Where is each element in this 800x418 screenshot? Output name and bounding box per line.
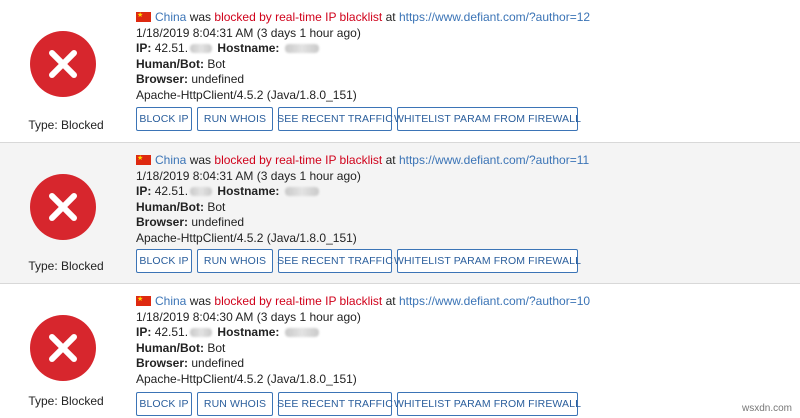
whitelist-param-button[interactable]: WHITELIST PARAM FROM FIREWALL bbox=[394, 249, 581, 273]
entry-type-label: Type: Blocked bbox=[28, 394, 104, 408]
human-bot-line: Human/Bot: Bot bbox=[136, 200, 589, 216]
watermark-text: wsxdn.com bbox=[741, 403, 792, 414]
entry-actions: BLOCK IP RUN WHOIS SEE RECENT TRAFFIC WH… bbox=[136, 107, 581, 131]
was-text: was bbox=[189, 294, 212, 308]
block-ip-button[interactable]: BLOCK IP bbox=[136, 392, 192, 416]
browser-value: undefined bbox=[191, 356, 245, 371]
request-url-link[interactable]: https://www.defiant.com/?author=12 bbox=[399, 10, 590, 24]
china-flag-icon bbox=[136, 292, 151, 308]
entry-headline: China was blocked by real-time IP blackl… bbox=[136, 8, 590, 26]
live-traffic-feed: Type: Blocked China was blocked by real-… bbox=[0, 0, 800, 418]
browser-label: Browser: bbox=[136, 356, 189, 371]
human-bot-line: Human/Bot: Bot bbox=[136, 341, 590, 357]
entry-type-label: Type: Blocked bbox=[28, 259, 104, 273]
entry-details: China was blocked by real-time IP blackl… bbox=[136, 292, 590, 388]
request-url-link[interactable]: https://www.defiant.com/?author=11 bbox=[399, 153, 589, 167]
entry-status: Type: Blocked bbox=[0, 284, 132, 418]
human-bot-value: Bot bbox=[207, 56, 226, 71]
block-reason: blocked by real-time IP blacklist bbox=[214, 10, 383, 24]
timestamp: 1/18/2019 8:04:31 AM (3 days 1 hour ago) bbox=[136, 168, 361, 183]
blocked-x-icon bbox=[30, 174, 96, 240]
redacted-ip bbox=[190, 44, 213, 54]
redacted-ip bbox=[190, 187, 213, 197]
entry-status: Type: Blocked bbox=[0, 143, 132, 283]
country-link[interactable]: China bbox=[155, 294, 186, 308]
redacted-hostname bbox=[284, 187, 319, 197]
at-text: at bbox=[385, 294, 396, 308]
was-text: was bbox=[189, 10, 212, 24]
china-flag-icon bbox=[136, 8, 151, 24]
at-text: at bbox=[385, 10, 396, 24]
redacted-ip bbox=[190, 328, 213, 338]
ip-line: IP: 42.51. Hostname: bbox=[136, 325, 590, 341]
run-whois-button[interactable]: RUN WHOIS bbox=[197, 392, 273, 416]
browser-line: Browser: undefined bbox=[136, 215, 589, 231]
whitelist-param-button[interactable]: WHITELIST PARAM FROM FIREWALL bbox=[394, 107, 581, 131]
human-bot-label: Human/Bot: bbox=[136, 340, 204, 355]
country-link[interactable]: China bbox=[155, 153, 186, 167]
traffic-entry: Type: Blocked China was blocked by real-… bbox=[0, 283, 800, 418]
timestamp: 1/18/2019 8:04:31 AM (3 days 1 hour ago) bbox=[136, 25, 361, 40]
blocked-x-icon bbox=[30, 31, 96, 97]
block-ip-button[interactable]: BLOCK IP bbox=[136, 107, 192, 131]
run-whois-button[interactable]: RUN WHOIS bbox=[197, 249, 273, 273]
human-bot-line: Human/Bot: Bot bbox=[136, 57, 590, 73]
was-text: was bbox=[189, 153, 212, 167]
ip-value: 42.51. bbox=[154, 184, 189, 199]
country-link[interactable]: China bbox=[155, 10, 186, 24]
ip-value: 42.51. bbox=[154, 41, 189, 56]
ip-line: IP: 42.51. Hostname: bbox=[136, 184, 589, 200]
ip-label: IP: bbox=[136, 41, 152, 56]
entry-headline: China was blocked by real-time IP blackl… bbox=[136, 292, 590, 310]
user-agent: Apache-HttpClient/4.5.2 (Java/1.8.0_151) bbox=[136, 371, 357, 386]
browser-label: Browser: bbox=[136, 72, 189, 87]
ip-value: 42.51. bbox=[154, 325, 189, 340]
user-agent: Apache-HttpClient/4.5.2 (Java/1.8.0_151) bbox=[136, 87, 357, 102]
entry-actions: BLOCK IP RUN WHOIS SEE RECENT TRAFFIC WH… bbox=[136, 249, 581, 273]
entry-actions: BLOCK IP RUN WHOIS SEE RECENT TRAFFIC WH… bbox=[136, 392, 581, 416]
hostname-label: Hostname: bbox=[217, 325, 280, 340]
hostname-label: Hostname: bbox=[217, 184, 280, 199]
see-recent-traffic-button[interactable]: SEE RECENT TRAFFIC bbox=[277, 249, 393, 273]
traffic-entry: Type: Blocked China was blocked by real-… bbox=[0, 142, 800, 283]
hostname-label: Hostname: bbox=[217, 41, 280, 56]
blocked-x-icon bbox=[30, 315, 96, 381]
browser-label: Browser: bbox=[136, 215, 189, 230]
browser-line: Browser: undefined bbox=[136, 72, 590, 88]
see-recent-traffic-button[interactable]: SEE RECENT TRAFFIC bbox=[277, 107, 393, 131]
human-bot-label: Human/Bot: bbox=[136, 56, 204, 71]
entry-details: China was blocked by real-time IP blackl… bbox=[136, 151, 589, 247]
ip-label: IP: bbox=[136, 325, 152, 340]
china-flag-icon bbox=[136, 151, 151, 167]
human-bot-label: Human/Bot: bbox=[136, 199, 204, 214]
at-text: at bbox=[385, 153, 396, 167]
browser-value: undefined bbox=[191, 72, 245, 87]
see-recent-traffic-button[interactable]: SEE RECENT TRAFFIC bbox=[277, 392, 393, 416]
ip-line: IP: 42.51. Hostname: bbox=[136, 41, 590, 57]
user-agent: Apache-HttpClient/4.5.2 (Java/1.8.0_151) bbox=[136, 230, 357, 245]
request-url-link[interactable]: https://www.defiant.com/?author=10 bbox=[399, 294, 590, 308]
entry-type-label: Type: Blocked bbox=[28, 118, 104, 132]
run-whois-button[interactable]: RUN WHOIS bbox=[197, 107, 273, 131]
timestamp: 1/18/2019 8:04:30 AM (3 days 1 hour ago) bbox=[136, 309, 361, 324]
block-reason: blocked by real-time IP blacklist bbox=[214, 153, 383, 167]
block-ip-button[interactable]: BLOCK IP bbox=[136, 249, 192, 273]
ip-label: IP: bbox=[136, 184, 152, 199]
block-reason: blocked by real-time IP blacklist bbox=[214, 294, 383, 308]
whitelist-param-button[interactable]: WHITELIST PARAM FROM FIREWALL bbox=[394, 392, 581, 416]
entry-status: Type: Blocked bbox=[0, 0, 132, 142]
browser-line: Browser: undefined bbox=[136, 356, 590, 372]
entry-headline: China was blocked by real-time IP blackl… bbox=[136, 151, 589, 169]
human-bot-value: Bot bbox=[207, 199, 226, 214]
traffic-entry: Type: Blocked China was blocked by real-… bbox=[0, 0, 800, 142]
redacted-hostname bbox=[284, 44, 319, 54]
redacted-hostname bbox=[284, 328, 319, 338]
entry-details: China was blocked by real-time IP blackl… bbox=[136, 8, 590, 104]
human-bot-value: Bot bbox=[207, 340, 226, 355]
browser-value: undefined bbox=[191, 215, 245, 230]
